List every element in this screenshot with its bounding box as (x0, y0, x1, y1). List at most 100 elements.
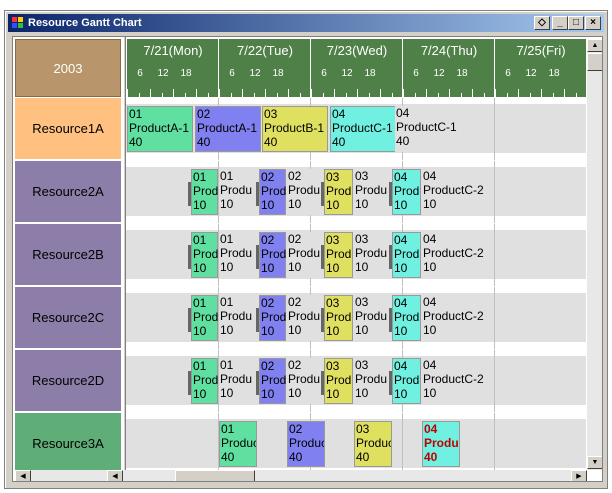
task-qty: 10 (193, 324, 207, 338)
restore-button[interactable]: ◇ (534, 16, 550, 30)
task-product: Produ (220, 309, 253, 323)
link-marker (389, 245, 392, 269)
task-bar[interactable]: 04 ProductC-2 10 (422, 232, 492, 278)
scroll-left-button-2[interactable]: ◀ (107, 470, 123, 481)
task-bar[interactable]: 03 Prod 10 (321, 232, 353, 278)
task-id: 03 (326, 296, 340, 310)
hour-label: 18 (272, 68, 284, 79)
task-id: 02 (197, 107, 211, 121)
task-bar[interactable]: 02 Prod 10 (256, 232, 286, 278)
task-bar[interactable]: 03 Prod 10 (321, 169, 353, 215)
task-bar[interactable]: 04 ProductC-1 40 (395, 106, 461, 152)
task-bar[interactable]: 04 Prod 10 (389, 358, 421, 404)
task-bar[interactable]: 04 Prod 10 (389, 169, 421, 215)
task-bar[interactable]: 03 Produ 10 (354, 169, 394, 215)
resource-label[interactable]: Resource2B (15, 224, 121, 286)
task-product: Prod (326, 310, 352, 324)
scroll-left-button[interactable]: ◀ (15, 470, 31, 481)
task-bar[interactable]: 04 ProductC-1 40 (330, 106, 396, 152)
day-gridline (494, 161, 495, 223)
resource-label[interactable]: Resource1A (15, 98, 121, 160)
task-bar[interactable]: 03 Produ 10 (354, 295, 394, 341)
task-bar[interactable]: 03ProductB40 (354, 421, 392, 467)
task-id: 04 (394, 296, 408, 310)
task-bar[interactable]: 04 Prod 10 (389, 295, 421, 341)
day-column: 7/23(Wed) 6 12 18 (310, 39, 402, 97)
task-product: Produ (220, 372, 253, 386)
task-bar[interactable]: 02 Prod 10 (256, 169, 286, 215)
task-product: ProductB (356, 436, 391, 450)
task-bar[interactable]: 01 Produ 10 (219, 232, 259, 278)
link-marker (321, 245, 324, 269)
task-product: Prod (193, 184, 219, 198)
task-bar[interactable]: 02 Prod 10 (256, 295, 286, 341)
horizontal-scroll-thumb[interactable] (175, 470, 255, 481)
task-product: Produ (220, 183, 253, 197)
task-qty: 10 (394, 261, 408, 275)
task-qty: 10 (220, 197, 234, 211)
task-qty: 10 (261, 324, 275, 338)
task-bar[interactable]: 01 ProductA-1 40 (127, 106, 193, 152)
task-product: Prod (394, 184, 420, 198)
hour-ticks (127, 83, 219, 97)
task-product: ProductC (424, 436, 459, 450)
task-id: 01 (193, 296, 207, 310)
hour-label: 6 (229, 68, 235, 79)
close-button[interactable]: × (585, 16, 601, 30)
vertical-scrollbar[interactable]: ▲ ▼ (587, 39, 602, 470)
task-bar[interactable]: 01 Prod 10 (188, 358, 218, 404)
task-bar[interactable]: 01 Prod 10 (188, 295, 218, 341)
task-bar[interactable]: 02 Prod 10 (256, 358, 286, 404)
task-product: ProductC-2 (423, 246, 484, 260)
task-id: 02 (288, 358, 302, 372)
task-bar[interactable]: 04 ProductC-2 10 (422, 295, 492, 341)
task-id: 03 (355, 358, 369, 372)
scroll-down-button[interactable]: ▼ (587, 456, 602, 469)
minimize-button[interactable]: _ (552, 16, 568, 30)
day-gridline (402, 413, 403, 475)
task-bar[interactable]: 01 Produ 10 (219, 169, 259, 215)
task-id: 04 (423, 232, 437, 246)
task-bar[interactable]: 04 Prod 10 (389, 232, 421, 278)
task-bar[interactable]: 04 ProductC-2 10 (422, 358, 492, 404)
day-label: 7/24(Thu) (420, 43, 478, 58)
year-label: 2003 (15, 39, 121, 97)
scroll-up-button[interactable]: ▲ (587, 39, 602, 52)
task-bar[interactable]: 03 ProductB-1 40 (262, 106, 328, 152)
resource-label[interactable]: Resource2D (15, 350, 121, 412)
task-id: 02 (261, 170, 275, 184)
task-bar[interactable]: 04ProductC40 (422, 421, 460, 467)
resource-label[interactable]: Resource2A (15, 161, 121, 223)
splitter[interactable] (123, 37, 126, 477)
task-bar[interactable]: 01 Produ 10 (219, 358, 259, 404)
link-marker (256, 371, 259, 395)
app-icon (12, 17, 24, 29)
window-title: Resource Gantt Chart (28, 17, 142, 29)
task-bar[interactable]: 03 Prod 10 (321, 358, 353, 404)
link-marker (256, 308, 259, 332)
task-qty: 40 (424, 450, 438, 464)
task-qty: 40 (129, 135, 143, 149)
task-bar[interactable]: 01ProductA40 (219, 421, 257, 467)
task-product: Produ (220, 246, 253, 260)
maximize-button[interactable]: □ (568, 16, 584, 30)
vertical-scroll-thumb[interactable] (587, 53, 602, 71)
task-product: ProductA (289, 436, 324, 450)
task-bar[interactable]: 02 ProductA-1 40 (195, 106, 261, 152)
link-marker (256, 245, 259, 269)
task-product: ProductC-2 (423, 309, 484, 323)
task-bar[interactable]: 02ProductA40 (287, 421, 325, 467)
resource-label[interactable]: Resource2C (15, 287, 121, 349)
task-bar[interactable]: 03 Produ 10 (354, 232, 394, 278)
task-id: 02 (288, 232, 302, 246)
task-bar[interactable]: 01 Produ 10 (219, 295, 259, 341)
horizontal-scrollbar[interactable]: ◀ ◀ ▶ (15, 470, 587, 481)
task-bar[interactable]: 01 Prod 10 (188, 232, 218, 278)
task-bar[interactable]: 03 Prod 10 (321, 295, 353, 341)
scroll-right-button[interactable]: ▶ (571, 470, 587, 481)
resource-label[interactable]: Resource3A (15, 413, 121, 475)
title-bar[interactable]: Resource Gantt Chart ◇ _ □ × (8, 14, 604, 32)
task-bar[interactable]: 04 ProductC-2 10 (422, 169, 492, 215)
task-bar[interactable]: 03 Produ 10 (354, 358, 394, 404)
task-bar[interactable]: 01 Prod 10 (188, 169, 219, 215)
